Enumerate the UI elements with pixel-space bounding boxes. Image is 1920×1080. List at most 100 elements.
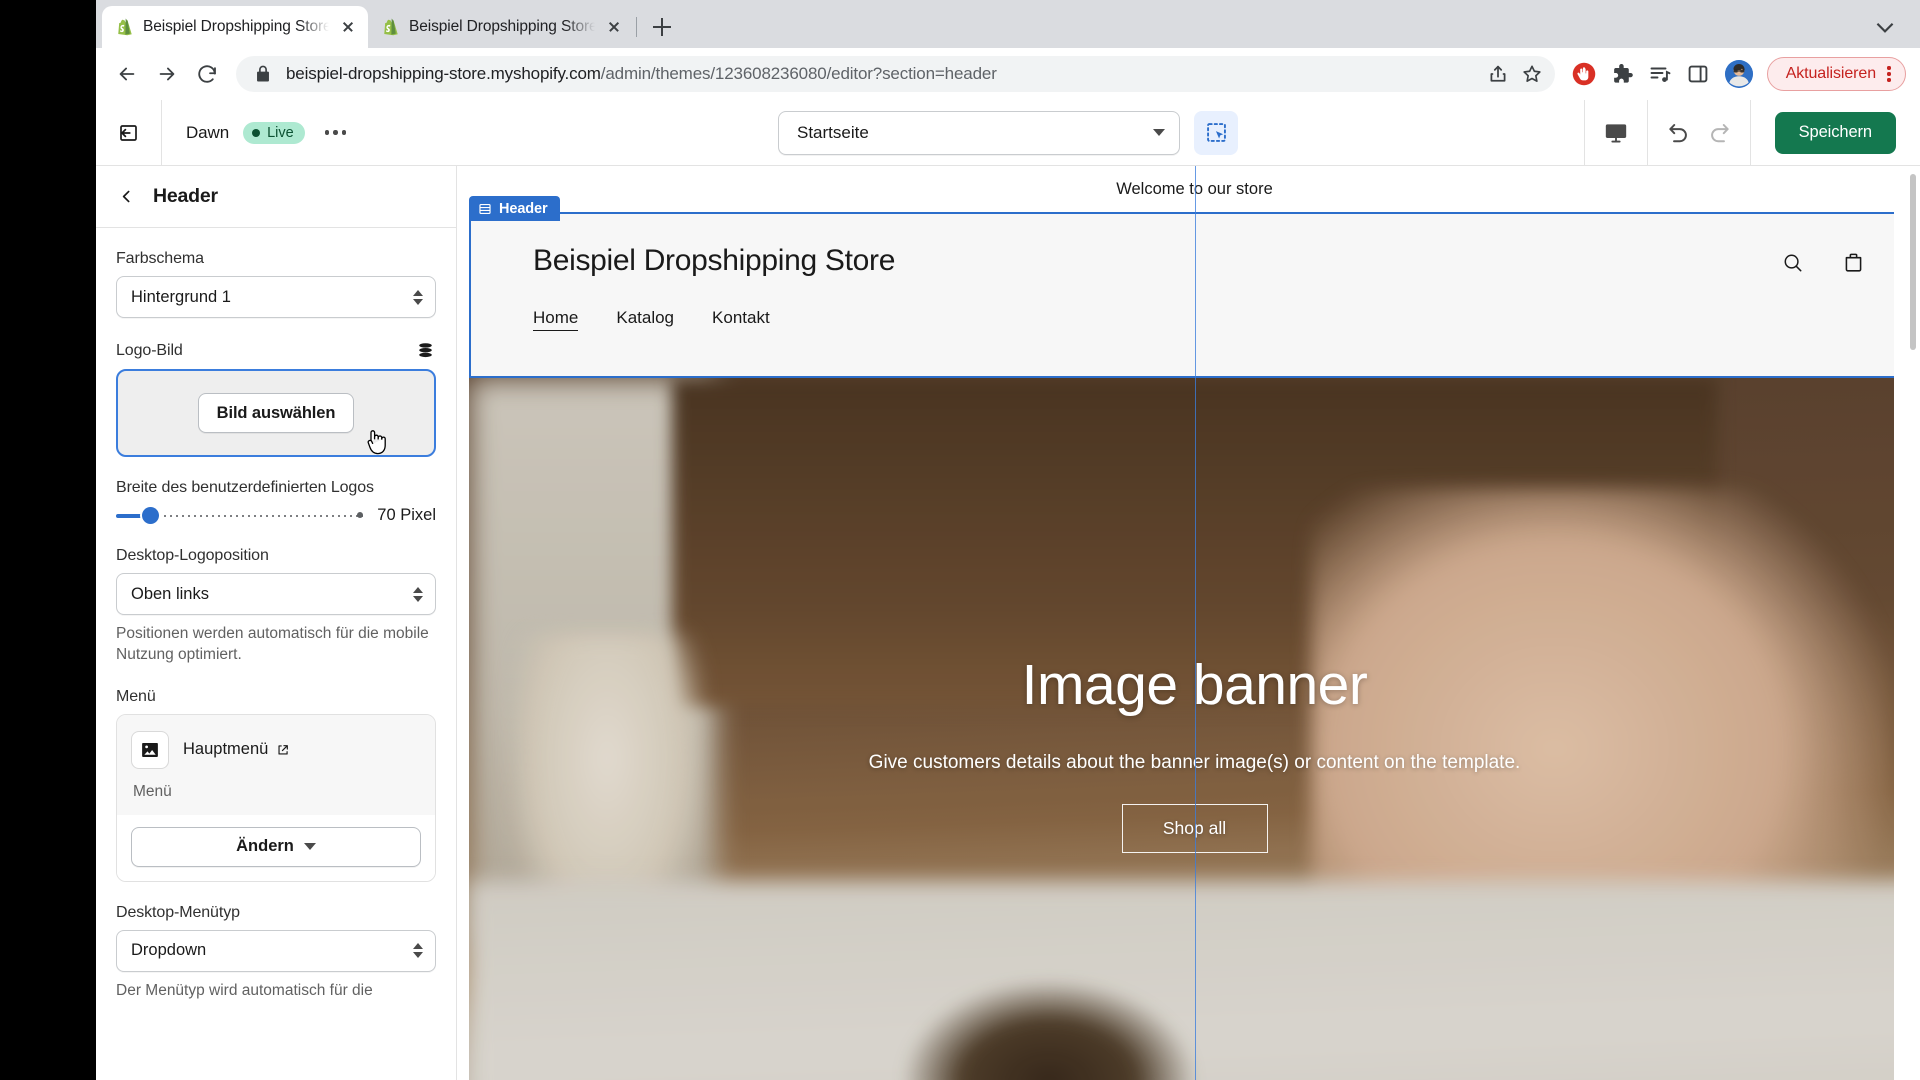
- update-browser-button[interactable]: Aktualisieren: [1766, 57, 1906, 91]
- section-header-icon: [479, 203, 491, 214]
- forward-button[interactable]: [148, 55, 186, 93]
- menu-item-name: Hauptmenü: [183, 740, 290, 759]
- status-dot: [252, 128, 261, 137]
- logo-image-field: Logo-Bild Bild auswählen: [116, 340, 436, 457]
- color-scheme-field: Farbschema Hintergrund 1: [116, 250, 436, 318]
- browser-tab-strip: Beispiel Dropshipping Store · D Beispiel…: [96, 0, 1920, 48]
- new-tab-button[interactable]: [645, 10, 679, 44]
- page-title: Header: [153, 185, 218, 207]
- undo-icon[interactable]: [1666, 120, 1692, 146]
- menu-card-bottom: Ändern: [117, 814, 435, 881]
- section-inspector-button[interactable]: [1194, 110, 1238, 155]
- shopping-bag-icon[interactable]: [1841, 250, 1866, 275]
- back-button[interactable]: [108, 55, 146, 93]
- url-host: beispiel-dropshipping-store.myshopify.co…: [286, 64, 601, 83]
- save-button-label: Speichern: [1798, 123, 1873, 141]
- logo-position-value: Oben links: [131, 584, 209, 603]
- browser-tab-1-title: Beispiel Dropshipping Store · D: [143, 18, 329, 35]
- section-badge[interactable]: Header: [469, 196, 560, 221]
- logo-image-label: Logo-Bild: [116, 341, 183, 359]
- editor-center-controls: Startseite: [778, 110, 1238, 155]
- menu-type-label: Desktop-Menütyp: [116, 903, 240, 921]
- tab-separator: [636, 17, 637, 37]
- redo-icon[interactable]: [1706, 120, 1732, 146]
- update-browser-label: Aktualisieren: [1785, 65, 1876, 82]
- puzzle-extensions-icon[interactable]: [1605, 57, 1639, 91]
- logo-width-slider[interactable]: [116, 505, 364, 525]
- status-badge-label: Live: [267, 124, 294, 141]
- close-icon[interactable]: [604, 17, 624, 37]
- change-menu-button-label: Ändern: [236, 837, 294, 856]
- change-menu-button[interactable]: Ändern: [131, 826, 421, 867]
- exit-to-left-icon: [119, 124, 137, 141]
- menu-thumbnail: [131, 730, 169, 769]
- lock-icon: [257, 65, 269, 82]
- reading-list-icon[interactable]: [1643, 57, 1677, 91]
- logo-position-help: Positionen werden automatisch für die mo…: [116, 625, 429, 664]
- browser-tab-2-title: Beispiel Dropshipping Store · B: [409, 18, 595, 35]
- chevron-left-icon[interactable]: [118, 188, 135, 205]
- share-icon[interactable]: [1487, 63, 1509, 85]
- preview-frame[interactable]: Welcome to our store Header Beispiel Dro…: [469, 166, 1920, 1080]
- mouse-cursor-pointer: [367, 430, 386, 455]
- slider-thumb[interactable]: [142, 507, 159, 524]
- save-button[interactable]: Speichern: [1774, 111, 1896, 154]
- nav-link-katalog[interactable]: Katalog: [616, 308, 674, 331]
- adblock-icon[interactable]: [1567, 57, 1601, 91]
- page-selector[interactable]: Startseite: [778, 110, 1180, 155]
- browser-tab-1[interactable]: Beispiel Dropshipping Store · D: [102, 6, 368, 48]
- menu-item-subtitle: Menü: [133, 782, 172, 800]
- external-link-icon[interactable]: [276, 743, 290, 757]
- reload-button[interactable]: [188, 55, 226, 93]
- browser-window: Beispiel Dropshipping Store · D Beispiel…: [96, 0, 1920, 1080]
- browser-toolbar: beispiel-dropshipping-store.myshopify.co…: [96, 48, 1920, 100]
- reload-icon: [198, 65, 216, 83]
- nav-link-kontakt[interactable]: Kontakt: [712, 308, 770, 331]
- history-group: [1646, 99, 1751, 166]
- side-panel-icon[interactable]: [1681, 57, 1715, 91]
- url-path: /admin/themes/123608236080/editor?sectio…: [600, 64, 997, 83]
- menu-card-row[interactable]: Hauptmenü: [131, 730, 421, 769]
- search-icon[interactable]: [1781, 251, 1805, 275]
- editor-body: Header Farbschema Hintergrund 1 Logo-Bil…: [96, 166, 1920, 1080]
- sidebar-settings-list[interactable]: Farbschema Hintergrund 1 Logo-Bild Bild …: [96, 228, 456, 1080]
- avatar[interactable]: [1724, 60, 1753, 88]
- nav-link-home[interactable]: Home: [533, 308, 579, 331]
- desktop-preview-icon[interactable]: [1603, 120, 1629, 146]
- chevron-down-icon: [303, 843, 316, 851]
- logo-position-label: Desktop-Logoposition: [116, 547, 269, 564]
- section-inspector-icon: [1206, 123, 1226, 142]
- center-guide-line: [1194, 166, 1196, 1080]
- image-placeholder-icon: [142, 742, 158, 757]
- logo-image-dropzone[interactable]: Bild auswählen: [116, 369, 436, 457]
- chevron-down-icon[interactable]: [1872, 14, 1898, 40]
- menu-field: Menü Hauptmenü Menü Ändern: [116, 688, 436, 882]
- logo-position-field: Desktop-Logoposition Oben links Position…: [116, 547, 436, 666]
- menu-type-select[interactable]: Dropdown: [116, 929, 436, 972]
- exit-editor-button[interactable]: [96, 99, 162, 166]
- logo-width-slider-row: 70 Pixel: [116, 505, 436, 525]
- star-icon[interactable]: [1521, 63, 1543, 85]
- logo-position-select[interactable]: Oben links: [116, 573, 436, 615]
- stacked-layers-icon[interactable]: [415, 340, 436, 361]
- select-arrows-icon: [413, 289, 423, 305]
- preview-right-gutter: [1894, 166, 1920, 1080]
- editor-right-controls: Speichern: [1583, 99, 1920, 166]
- select-image-button[interactable]: Bild auswählen: [197, 393, 355, 433]
- preview-scrollbar-thumb[interactable]: [1910, 174, 1916, 350]
- close-icon[interactable]: [338, 17, 358, 37]
- theme-more-menu-button[interactable]: [319, 122, 353, 143]
- color-scheme-select[interactable]: Hintergrund 1: [116, 276, 436, 318]
- status-badge: Live: [243, 121, 305, 144]
- arrow-right-icon: [159, 67, 175, 81]
- preview-scrollbar[interactable]: [1910, 166, 1916, 1080]
- logo-width-value: 70 Pixel: [377, 505, 436, 524]
- chevron-down-icon: [1153, 129, 1165, 136]
- address-bar[interactable]: beispiel-dropshipping-store.myshopify.co…: [236, 56, 1555, 92]
- browser-menu-icon[interactable]: [1881, 66, 1897, 82]
- logo-width-label: Breite des benutzerdefinierten Logos: [116, 479, 374, 496]
- menu-type-value: Dropdown: [131, 941, 207, 960]
- theme-info: Dawn Live: [162, 121, 353, 144]
- browser-tab-2[interactable]: Beispiel Dropshipping Store · B: [368, 6, 634, 48]
- select-image-button-label: Bild auswählen: [216, 403, 336, 422]
